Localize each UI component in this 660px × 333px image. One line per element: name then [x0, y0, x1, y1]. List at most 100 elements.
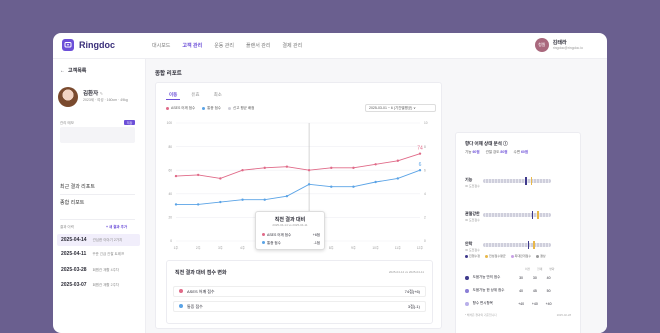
y-tick-label: 80 [168, 145, 172, 149]
data-point [396, 177, 400, 180]
history-label: 결과 이력 [60, 225, 74, 229]
divider [60, 194, 135, 195]
end-value-label: 74 [417, 146, 423, 152]
end-value-label: 6 [419, 162, 422, 168]
user-email: ringdoc@ringdoc.io [552, 46, 583, 50]
data-point [196, 173, 200, 177]
data-point [219, 177, 222, 180]
data-point [241, 169, 244, 172]
analysis-legend: 진행수정 전성점수평균 최대만개점수 결상 [465, 254, 546, 258]
memo-save-button[interactable]: 저장 [124, 120, 135, 125]
data-point [285, 165, 289, 168]
history-item[interactable]: 2025-03-07 회원관 재활 2주차 [57, 279, 140, 291]
data-point [374, 180, 377, 184]
y2-tick-label: 6 [424, 168, 426, 172]
patient-name: 김환자 ✎ [83, 91, 104, 97]
marker-average [537, 211, 539, 219]
x-tick-label: 11주 [395, 246, 401, 250]
nav-exercise[interactable]: 운동 관리 [214, 42, 234, 49]
nav-planner[interactable]: 플랜서 관리 [246, 42, 270, 49]
arrow-left-icon: ← [60, 67, 65, 74]
marker-current [525, 177, 527, 185]
period-tabs: 이동 유효 최소 [166, 91, 225, 100]
patient-meta: 2023세 · 여성 · 160cm · 49kg [83, 98, 128, 102]
comparison-row-pain: 통증 점수 3점(-1) [173, 301, 426, 312]
memo-label: 관리 메모 [60, 121, 74, 125]
page-title: 종합 리포트 [155, 71, 182, 77]
sidebar: ← 고객목록 김환자 ✎ 2023세 · 여성 · 160cm · 49kg 관… [53, 59, 146, 333]
data-point [330, 185, 333, 188]
data-point [307, 169, 311, 172]
analysis-footer-date: 2025-02-28 [556, 313, 571, 317]
tab-min[interactable]: 최소 [211, 91, 225, 100]
analysis-footer: * 해석은 결과의 기준입니다 [465, 313, 497, 317]
x-tick-label: 10주 [372, 246, 379, 250]
marker-average [530, 177, 533, 185]
y-tick-label: 60 [168, 168, 172, 172]
back-label: 고객목록 [68, 68, 87, 74]
y-tick-label: 100 [167, 121, 173, 125]
nav-billing[interactable]: 결제 관리 [282, 42, 302, 49]
comparison-title: 직전 결과 대비 점수 변화 [175, 270, 227, 276]
main-nav: 대시보드 고객 관리 운동 관리 플랜서 관리 결제 관리 [152, 42, 302, 49]
history-item[interactable]: 2025-04-14 관심한 이야기 2가지 [57, 234, 140, 246]
x-tick-label: 8주 [329, 246, 334, 250]
data-point [174, 174, 178, 178]
data-point [396, 159, 400, 162]
data-point [374, 163, 377, 166]
marker-average [533, 241, 535, 249]
range-bar [483, 177, 551, 185]
category-comfort-sub: ID 도전점수 [465, 248, 480, 252]
legend-avg: 신고 평균 배점 [228, 106, 254, 111]
data-point [241, 198, 244, 201]
chart-card: 이동 유효 최소 ASES 어깨 점수 통증 점수 신고 평균 배점 2025-… [155, 82, 442, 329]
stat-function: 기능 60점 [465, 150, 480, 154]
table-row: 향수 변시항목 +40 +40 +40 [465, 301, 557, 306]
add-result-button[interactable]: + 새 결과 추가 [106, 225, 127, 230]
period-dropdown[interactable]: 2025-03-01 ~ 6 (기간별평균) ∨ [365, 104, 436, 112]
data-point [418, 169, 422, 172]
table-row: 도움가능 만의 점수 30 30 40 [465, 275, 557, 280]
analysis-panel: 향다 어깨 상태 분석 ⓘ 기능 60점 관절 강도 80점 수면 60점 기능… [455, 132, 581, 333]
category-function-sub: ID 도전점수 [465, 184, 480, 188]
data-point [196, 203, 200, 206]
series-line [175, 153, 421, 179]
stat-joint: 관절 강도 80점 [485, 150, 508, 154]
x-tick-label: 4주 [240, 246, 245, 250]
app-name: Ringdoc [79, 40, 115, 50]
data-point [330, 166, 333, 170]
data-point [418, 152, 422, 155]
history-item[interactable]: 2025-03-28 회원관 재활 4주차 [57, 264, 140, 276]
link-recent-report[interactable]: 최근 결과 리포트 [60, 183, 95, 190]
history-item[interactable]: 2025-04-11 꾸준 긴급 관찰 트레프 [57, 248, 140, 260]
data-point [219, 200, 222, 204]
tooltip-row-ases: ASES 어깨 점수 +6점 [262, 233, 320, 238]
logo-icon [62, 39, 74, 51]
app-logo[interactable]: Ringdoc [62, 39, 115, 51]
y-tick-label: 40 [168, 192, 172, 196]
link-summary-report[interactable]: 종합 리포트 [60, 199, 84, 206]
category-function: 기능 [465, 177, 473, 182]
divider [60, 219, 135, 220]
data-point [174, 203, 178, 206]
analysis-stats: 기능 60점 관절 강도 80점 수면 60점 [465, 150, 528, 155]
y2-tick-label: 8 [424, 145, 426, 149]
back-to-list[interactable]: ← 고객목록 [60, 67, 87, 75]
range-bar [483, 241, 551, 249]
patient-photo [58, 87, 78, 107]
memo-textarea[interactable] [60, 127, 135, 143]
user-menu[interactable]: 청원 김태라 ringdoc@ringdoc.io [534, 38, 583, 52]
tab-valid[interactable]: 유효 [188, 91, 202, 100]
category-comfort: 안락 [465, 241, 473, 246]
comparison-row-ases: ASES 어깨 점수 74점(+6) [173, 286, 426, 297]
marker-current [527, 241, 530, 249]
nav-dashboard[interactable]: 대시보드 [152, 42, 170, 49]
legend-pain: 통증 점수 [202, 106, 221, 111]
edit-icon[interactable]: ✎ [100, 91, 103, 96]
category-joint-sub: ID 도전점수 [465, 218, 480, 222]
tab-move[interactable]: 이동 [166, 91, 181, 100]
analysis-title: 향다 어깨 상태 분석 ⓘ [465, 141, 508, 146]
y2-tick-label: 4 [424, 192, 426, 196]
app-window: Ringdoc 대시보드 고객 관리 운동 관리 플랜서 관리 결제 관리 청원… [53, 33, 607, 333]
nav-customers[interactable]: 고객 관리 [182, 42, 202, 49]
